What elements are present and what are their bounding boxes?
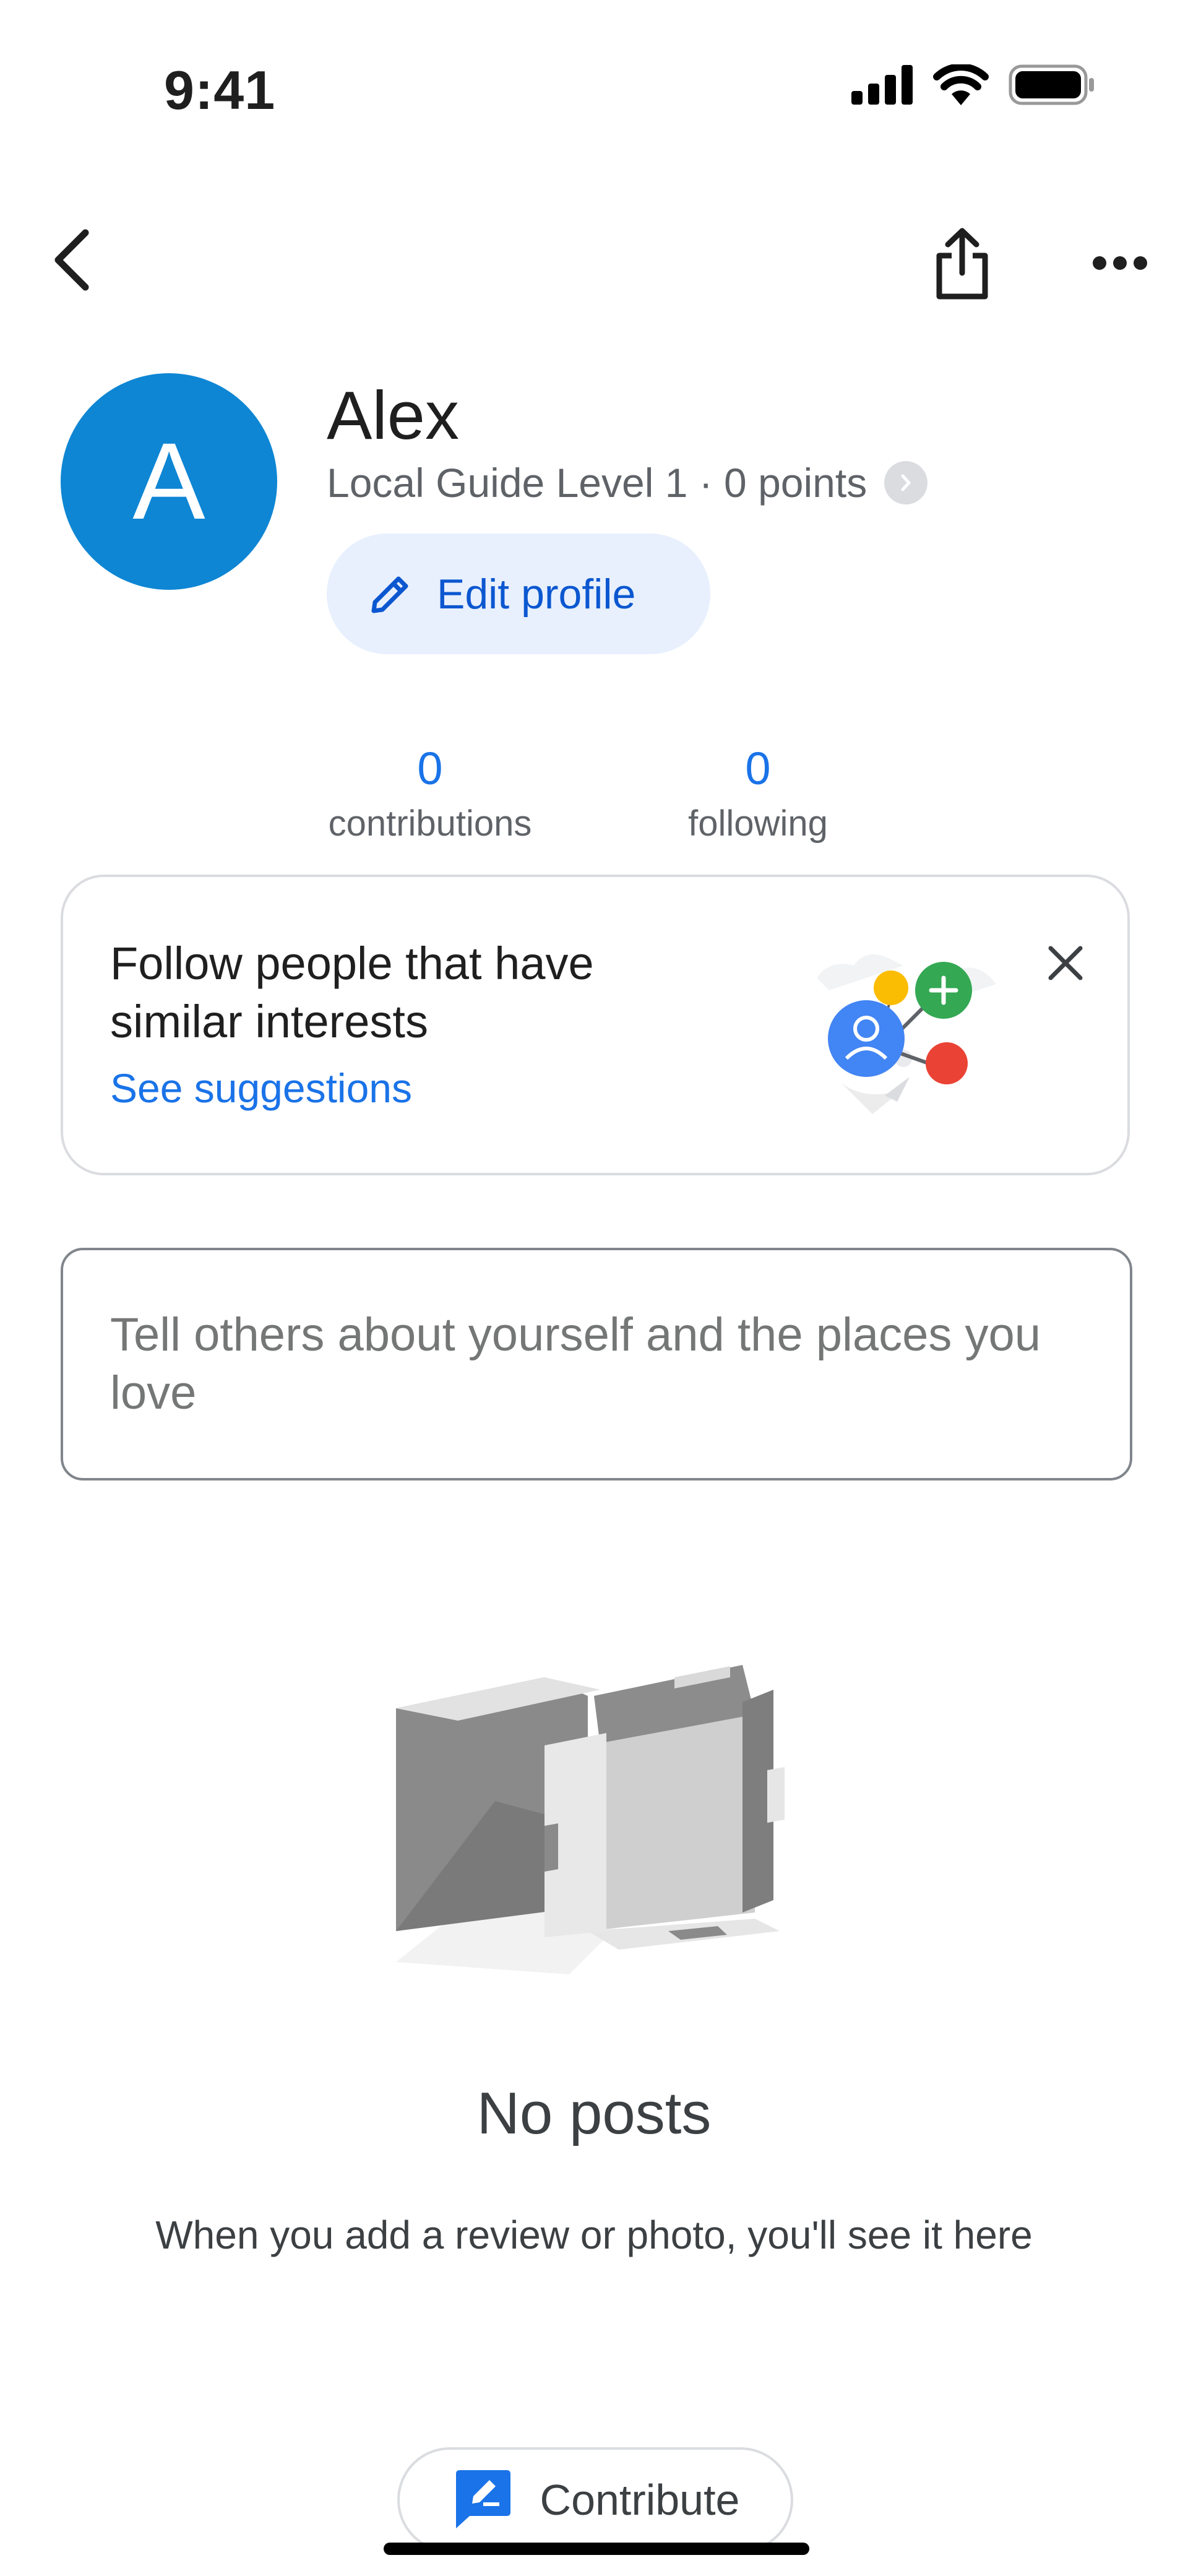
status-time: 9:41 bbox=[164, 59, 276, 121]
contributions-label: contributions bbox=[328, 803, 532, 844]
status-icons bbox=[851, 63, 1095, 108]
battery-icon bbox=[1009, 64, 1095, 108]
local-guide-level-text: Local Guide Level 1 · 0 points bbox=[327, 460, 867, 506]
close-icon bbox=[1048, 946, 1083, 980]
share-icon bbox=[936, 228, 988, 300]
following-label: following bbox=[688, 803, 828, 844]
back-button[interactable] bbox=[37, 226, 105, 294]
close-card-button[interactable] bbox=[1035, 932, 1096, 994]
edit-profile-label: Edit profile bbox=[437, 570, 636, 618]
see-suggestions-link[interactable]: See suggestions bbox=[110, 1065, 412, 1112]
wifi-icon bbox=[933, 63, 989, 108]
about-yourself-placeholder: Tell others about yourself and the place… bbox=[110, 1308, 1041, 1419]
empty-state-title: No posts bbox=[476, 2080, 712, 2146]
share-button[interactable] bbox=[925, 223, 999, 303]
empty-box-illustration bbox=[396, 1665, 785, 1974]
home-indicator[interactable] bbox=[384, 2543, 809, 2555]
contributions-count: 0 bbox=[417, 743, 443, 794]
people-network-illustration bbox=[817, 954, 996, 1114]
following-stat[interactable]: 0 following bbox=[644, 746, 872, 844]
add-review-icon bbox=[455, 2470, 510, 2528]
edit-profile-button[interactable]: Edit profile bbox=[327, 534, 710, 654]
following-count: 0 bbox=[745, 743, 771, 794]
contribute-button[interactable]: Contribute bbox=[397, 2447, 793, 2552]
contribute-label: Contribute bbox=[540, 2476, 740, 2524]
more-options-button[interactable] bbox=[1086, 235, 1154, 291]
cellular-signal-icon bbox=[851, 65, 913, 108]
empty-state-description: When you add a review or photo, you'll s… bbox=[155, 2213, 1033, 2257]
chevron-right-icon bbox=[884, 461, 928, 504]
local-guide-level-link[interactable]: Local Guide Level 1 · 0 points bbox=[327, 459, 928, 506]
contributions-stat[interactable]: 0 contributions bbox=[285, 746, 575, 844]
pencil-icon bbox=[371, 576, 408, 613]
more-options-icon bbox=[1093, 256, 1147, 270]
back-arrow-icon bbox=[54, 229, 89, 291]
profile-name: Alex bbox=[327, 378, 459, 454]
avatar[interactable]: A bbox=[61, 373, 277, 590]
follow-card-title: Follow people that have similar interest… bbox=[110, 938, 594, 1047]
